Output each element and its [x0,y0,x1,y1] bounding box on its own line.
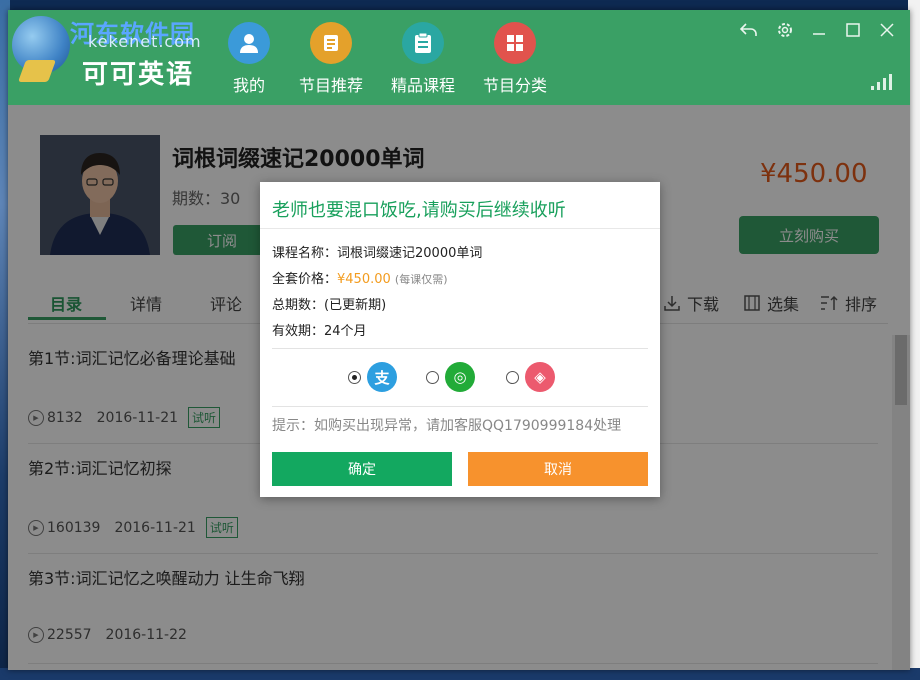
divider [272,406,648,407]
nav-item-label: 我的 [232,76,265,95]
wechat-pay-icon: ◎ [445,362,475,392]
title-bar: 河东软件园 kekenet.com 可可英语 我的 节目推荐 精品课程 节目分类 [8,10,910,105]
app-name: 可可英语 [82,60,195,90]
nav-item-mine[interactable]: 我的 [204,22,294,96]
nav-item-premium[interactable]: 精品课程 [378,22,468,96]
pay-option-other[interactable]: ◈ [506,362,555,392]
nav-item-recommend[interactable]: 节目推荐 [286,22,376,96]
info-total-periods: 总期数：(已更新期) [272,294,386,313]
full-price-label: 全套价格： [272,272,338,287]
radio-alipay[interactable] [348,370,361,384]
cancel-button[interactable]: 取消 [468,452,648,486]
minimize-icon[interactable] [807,18,831,42]
total-periods-label: 总期数： [272,298,325,313]
radio-wechat[interactable] [426,370,439,384]
total-periods-value: (已更新期) [324,298,387,313]
back-icon[interactable] [737,18,761,42]
gear-icon[interactable] [773,18,797,42]
close-icon[interactable] [875,18,899,42]
logo-mark-icon [17,60,57,82]
validity-label: 有效期： [272,324,325,339]
pay-option-wechat[interactable]: ◎ [426,362,475,392]
divider [272,348,648,349]
maximize-icon[interactable] [841,18,865,42]
card-pay-icon: ◈ [525,362,555,392]
confirm-button[interactable]: 确定 [272,452,452,486]
info-course-name: 课程名称：词根词缀速记20000单词 [272,242,482,261]
purchase-dialog: 老师也要混口饭吃,请购买后继续收听 课程名称：词根词缀速记20000单词 全套价… [260,182,660,497]
support-tip: 提示：如购买出现异常，请加客服QQ1790999184处理 [272,418,622,434]
full-price-note: (每课仅需) [394,273,448,286]
windows-icon [494,22,536,64]
info-validity: 有效期：24个月 [272,320,367,339]
info-full-price: 全套价格：¥450.00 (每课仅需) [272,268,448,287]
signal-icon [871,74,892,90]
pay-option-alipay[interactable]: 支 [348,362,397,392]
nav-item-category[interactable]: 节目分类 [470,22,560,96]
list-icon [310,22,352,64]
clipboard-icon [402,22,444,64]
course-name-label: 课程名称： [272,246,338,261]
nav-item-label: 节目分类 [482,76,547,95]
nav-item-label: 精品课程 [390,76,455,95]
radio-other[interactable] [506,370,519,384]
full-price-value: ¥450.00 [337,272,391,287]
dialog-title: 老师也要混口饭吃,请购买后继续收听 [272,200,566,221]
validity-value: 24个月 [324,324,367,339]
alipay-icon: 支 [367,362,397,392]
watermark-site-url: kekenet.com [88,32,202,51]
nav-item-label: 节目推荐 [298,76,363,95]
user-icon [228,22,270,64]
course-name-value: 词根词缀速记20000单词 [337,246,483,261]
divider [260,228,660,229]
